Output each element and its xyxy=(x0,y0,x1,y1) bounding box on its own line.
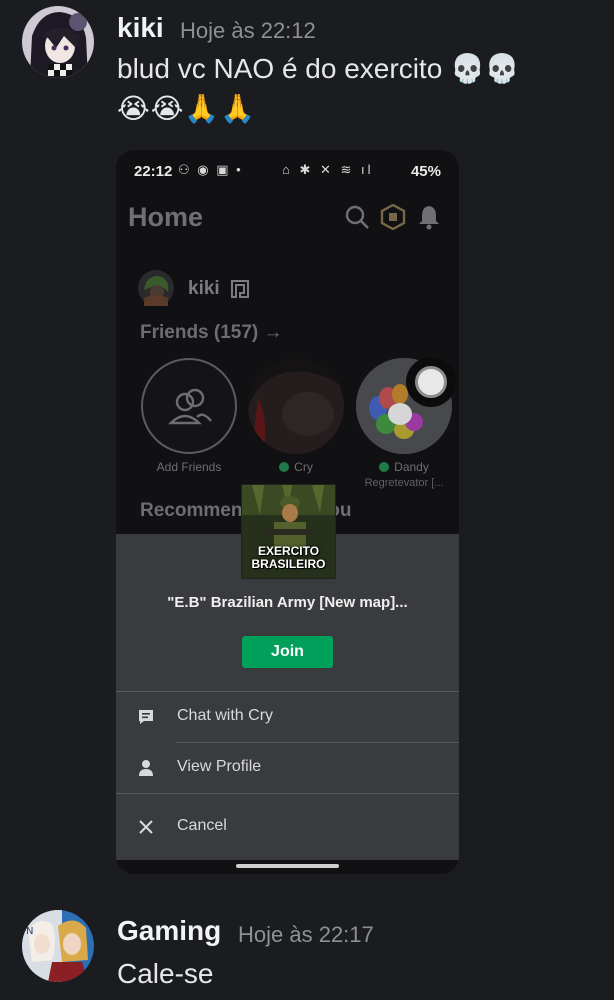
menu-item-chat[interactable]: Chat with Cry xyxy=(116,692,459,742)
home-indicator[interactable] xyxy=(236,864,339,868)
avatar-gaming[interactable]: N xyxy=(22,910,94,982)
game-thumbnail[interactable]: EXERCITO BRASILEIRO xyxy=(241,484,336,579)
svg-text:N: N xyxy=(26,926,33,937)
friend-avatar xyxy=(248,358,344,454)
menu-item-cancel[interactable]: Cancel xyxy=(116,802,459,852)
message-text: blud vc NAO é do exercito 💀💀 xyxy=(117,53,520,84)
menu-item-view-profile[interactable]: View Profile xyxy=(116,743,459,793)
online-indicator xyxy=(279,462,290,472)
add-friends-icon xyxy=(168,388,212,425)
roblox-home-screen: Home kiki Friends (157) → Add Friends Cr… xyxy=(116,192,459,534)
divider xyxy=(116,793,459,794)
navigation-bar xyxy=(116,860,459,874)
premium-icon xyxy=(231,280,249,298)
chat-icon xyxy=(139,710,153,724)
friend-name: Cry xyxy=(246,460,346,474)
join-button[interactable]: Join xyxy=(242,636,333,668)
bell-icon[interactable] xyxy=(417,204,441,235)
avatar-kiki-image xyxy=(22,6,94,78)
person-icon xyxy=(139,760,153,776)
status-bar: 22:12 ⚇ ◉ ▣ • ⌂ ✱ ✕ ≋ ıl 45% xyxy=(116,150,459,192)
screenshot-attachment[interactable]: 22:12 ⚇ ◉ ▣ • ⌂ ✱ ✕ ≋ ıl 45% Home kiki F… xyxy=(116,150,459,874)
menu-item-label: Cancel xyxy=(177,817,227,834)
page-title: Home xyxy=(128,202,204,232)
status-time: 22:12 xyxy=(134,163,173,180)
friends-heading[interactable]: Friends (157) → xyxy=(140,322,283,344)
game-thumbnail-text: EXERCITO BRASILEIRO xyxy=(251,544,326,571)
avatar-gaming-image: N xyxy=(22,910,94,982)
menu-item-label: View Profile xyxy=(177,758,262,775)
message-text: Cale-se xyxy=(117,958,214,989)
system-status-icons: ⌂ ✱ ✕ ≋ ıl xyxy=(282,162,374,177)
avatar-kiki[interactable] xyxy=(22,6,94,78)
close-icon xyxy=(139,820,153,834)
add-friends-button[interactable] xyxy=(141,358,237,454)
profile-avatar xyxy=(138,270,174,306)
friend-name: Add Friends xyxy=(156,460,222,474)
message-text-emoji-line: 😭😭🙏🙏 xyxy=(117,93,257,124)
friend-add-friends[interactable]: Add Friends xyxy=(139,358,239,474)
robux-icon[interactable] xyxy=(380,203,406,235)
menu-item-label: Chat with Cry xyxy=(177,707,274,724)
profile-name: kiki xyxy=(188,278,220,299)
notification-icons: ⚇ ◉ ▣ • xyxy=(178,162,243,177)
search-icon[interactable] xyxy=(344,204,370,235)
message-author[interactable]: kiki xyxy=(117,12,164,44)
assistive-touch-button[interactable] xyxy=(406,357,456,407)
friend-status: Regretevator [... xyxy=(364,477,444,489)
message-author[interactable]: Gaming xyxy=(117,915,221,947)
online-indicator xyxy=(379,462,390,472)
game-title: "E.B" Brazilian Army [New map]... xyxy=(167,594,408,611)
battery-level: 45% xyxy=(410,163,441,180)
game-action-sheet: EXERCITO BRASILEIRO "E.B" Brazilian Army… xyxy=(116,484,459,860)
message-timestamp: Hoje às 22:12 xyxy=(180,18,316,43)
assistive-touch-inner xyxy=(415,366,447,398)
message-timestamp: Hoje às 22:17 xyxy=(238,922,374,947)
friend-cry[interactable]: Cry xyxy=(246,358,346,474)
friend-name: Dandy xyxy=(354,460,454,474)
